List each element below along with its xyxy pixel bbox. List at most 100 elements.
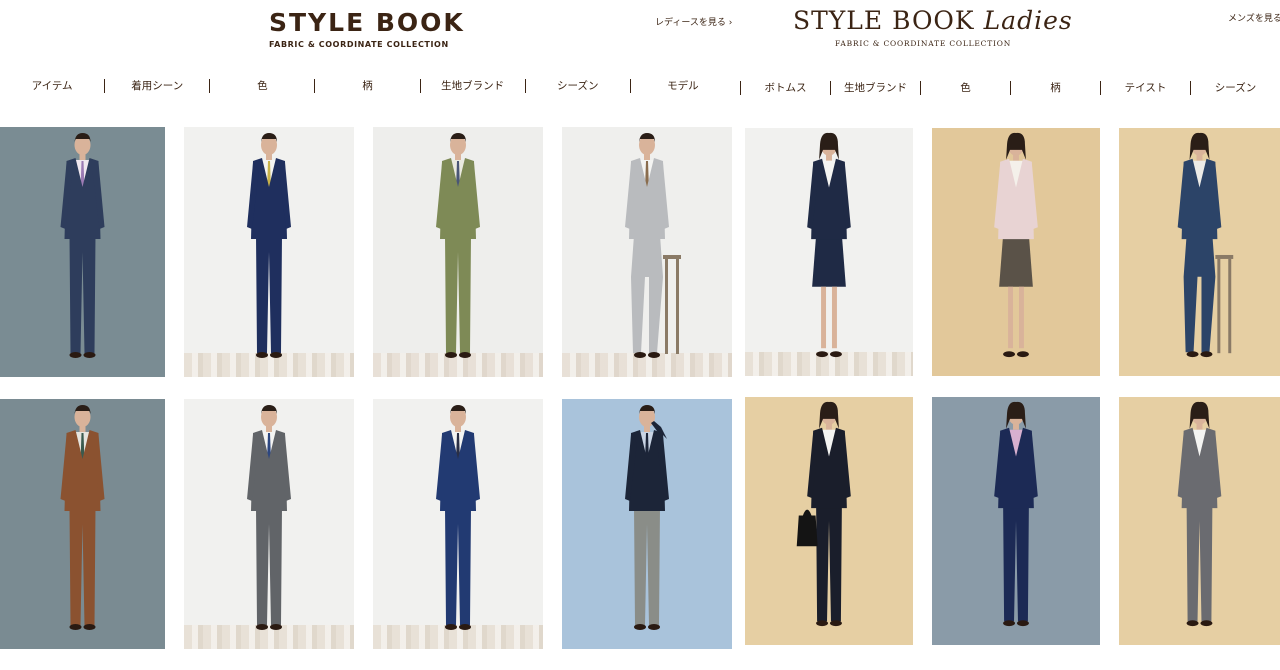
model-neck [644, 154, 650, 160]
model-shoe [1003, 620, 1016, 627]
model-figure [436, 133, 480, 358]
model-shoe [69, 352, 82, 358]
model-neck [1013, 154, 1019, 161]
model-skirt [999, 235, 1033, 287]
model-neck [1196, 423, 1203, 430]
model-trousers [256, 507, 282, 625]
model-neck [826, 154, 832, 161]
ladies-style-book-logo[interactable]: STYLE BOOK Ladies FABRIC & COORDINATE CO… [793, 6, 1073, 48]
stool-leg [665, 259, 668, 354]
model-figure [796, 401, 851, 627]
model-shoe [459, 352, 471, 358]
model-shoe [69, 624, 82, 630]
mens-look-tile[interactable] [562, 127, 732, 377]
model-figure [994, 132, 1038, 358]
model-trousers [445, 507, 471, 625]
model-trousers [634, 507, 660, 625]
nav-item-model[interactable]: モデル [631, 78, 735, 93]
model-shoe [270, 352, 282, 358]
mens-look-tile[interactable] [184, 399, 354, 649]
model-figure [625, 405, 669, 630]
mens-look-tile[interactable] [562, 399, 732, 649]
model-shoe [256, 352, 268, 358]
mens-look-tile[interactable] [0, 127, 165, 377]
ladies-look-tile[interactable] [1119, 128, 1280, 376]
model-trousers [445, 235, 471, 353]
model-neck [826, 423, 832, 430]
model-trousers [631, 235, 663, 353]
model-trousers [1186, 504, 1213, 622]
model-neck [79, 426, 86, 432]
model-neck [644, 426, 650, 432]
model-neck [1013, 423, 1019, 430]
model-shoe [648, 624, 660, 630]
model-figure [994, 401, 1038, 627]
logo-title-main: STYLE BOOK [793, 6, 975, 35]
ladies-look-tile[interactable] [745, 397, 913, 645]
model-leg [831, 286, 837, 349]
model-shoe [634, 352, 646, 358]
stool-seat [663, 255, 681, 259]
mens-look-tile[interactable] [373, 127, 543, 377]
model-shoe [816, 351, 829, 358]
logo-subtitle: FABRIC & COORDINATE COLLECTION [269, 40, 449, 49]
model-neck [79, 154, 86, 160]
nav-item-pattern[interactable]: 柄 [1011, 80, 1100, 95]
model-figure [1177, 132, 1234, 358]
ladies-look-tile[interactable] [1119, 397, 1280, 645]
model-trousers [69, 235, 96, 353]
model-figure [247, 405, 291, 630]
nav-item-taste[interactable]: テイスト [1101, 80, 1190, 95]
stool-seat [1215, 254, 1234, 259]
nav-item-fabric-brand[interactable]: 生地ブランド [421, 78, 525, 93]
nav-item-color[interactable]: 色 [921, 80, 1010, 95]
model-shoe [648, 352, 660, 358]
mens-style-book-section: STYLE BOOK FABRIC & COORDINATE COLLECTIO… [0, 0, 735, 670]
model-skirt [812, 235, 846, 287]
ladies-category-nav: ボトムス 生地ブランド 色 柄 テイスト シーズン [740, 80, 1280, 95]
model-figure [60, 133, 105, 358]
model-neck [1196, 154, 1203, 161]
model-shoe [829, 351, 842, 358]
model-shoe [634, 624, 646, 630]
mens-look-tile[interactable] [184, 127, 354, 377]
model-trousers [256, 235, 282, 353]
model-trousers [1183, 235, 1216, 353]
nav-item-bottoms[interactable]: ボトムス [741, 80, 830, 95]
handbag [796, 509, 818, 547]
ladies-look-tile[interactable] [932, 397, 1100, 645]
nav-item-scene[interactable]: 着用シーン [105, 78, 209, 93]
nav-item-item[interactable]: アイテム [0, 78, 104, 93]
stool-leg [1217, 258, 1221, 354]
model-shoe [1186, 620, 1199, 627]
nav-item-color[interactable]: 色 [210, 78, 314, 93]
ladies-switch-link[interactable]: レディースを見る › [655, 15, 732, 28]
mens-look-tile[interactable] [373, 399, 543, 649]
model-shoe [83, 624, 96, 630]
model-leg [1008, 286, 1014, 349]
model-shoe [829, 620, 842, 627]
model-figure [436, 405, 480, 630]
nav-item-fabric-brand[interactable]: 生地ブランド [831, 80, 920, 95]
nav-item-season[interactable]: シーズン [526, 78, 630, 93]
ladies-style-book-section: STYLE BOOK Ladies FABRIC & COORDINATE CO… [735, 0, 1280, 670]
model-shoe [270, 624, 282, 630]
model-shoe [1200, 620, 1213, 627]
mens-look-tile[interactable] [0, 399, 165, 649]
model-trousers [69, 507, 96, 625]
nav-item-season[interactable]: シーズン [1191, 80, 1280, 95]
model-figure [60, 405, 105, 630]
model-shoe [1016, 351, 1029, 358]
model-leg [1018, 286, 1024, 349]
ladies-look-tile[interactable] [932, 128, 1100, 376]
model-figure [625, 133, 681, 358]
mens-switch-link[interactable]: メンズを見る › [1228, 11, 1280, 24]
model-neck [455, 154, 461, 160]
model-shoe [83, 352, 96, 358]
mens-style-book-logo[interactable]: STYLE BOOK FABRIC & COORDINATE COLLECTIO… [269, 8, 465, 49]
model-figure [807, 132, 851, 358]
ladies-look-tile[interactable] [745, 128, 913, 376]
model-leg [821, 286, 827, 349]
nav-item-pattern[interactable]: 柄 [315, 78, 419, 93]
model-shoe [445, 352, 457, 358]
